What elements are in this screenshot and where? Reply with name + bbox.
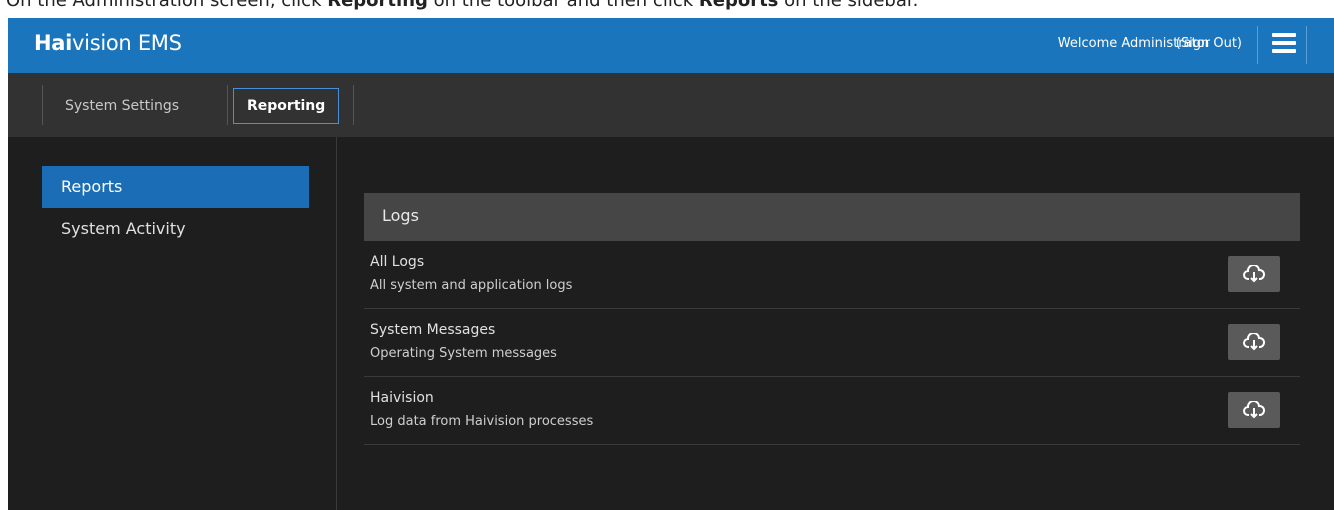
app-logo: Haivision EMS: [34, 31, 182, 55]
header-divider: [1257, 26, 1258, 64]
cloud-download-icon: [1243, 333, 1265, 351]
logs-panel-title: Logs: [364, 193, 1300, 241]
app-window: Haivision EMS Welcome Administrator (Sig…: [8, 18, 1334, 510]
app-header: Haivision EMS Welcome Administrator (Sig…: [8, 18, 1334, 73]
tab-reporting[interactable]: Reporting: [233, 88, 340, 124]
sidebar-item-system-activity[interactable]: System Activity: [42, 208, 309, 250]
log-row-haivision: Haivision Log data from Haivision proces…: [364, 377, 1300, 445]
log-row-title: All Logs: [370, 254, 425, 270]
download-all-logs-button[interactable]: [1228, 256, 1280, 292]
log-row-description: Log data from Haivision processes: [370, 414, 594, 429]
log-row-title: System Messages: [370, 322, 496, 338]
cloud-download-icon: [1243, 401, 1265, 419]
logs-panel: Logs All Logs All system and application…: [364, 193, 1300, 445]
toolbar-divider: [353, 85, 354, 125]
caption-bold-reporting: Reporting: [327, 0, 428, 10]
sign-out-link[interactable]: (Sign Out): [1176, 36, 1242, 51]
tab-system-settings[interactable]: System Settings: [50, 88, 194, 124]
log-row-description: Operating System messages: [370, 346, 557, 361]
log-row-system-messages: System Messages Operating System message…: [364, 309, 1300, 377]
sidebar-item-reports[interactable]: Reports: [42, 166, 309, 208]
caption-middle: on the toolbar and then click: [428, 0, 699, 10]
download-system-messages-button[interactable]: [1228, 324, 1280, 360]
instruction-caption: On the Administration screen, click Repo…: [0, 0, 1334, 10]
toolbar-divider: [227, 85, 228, 125]
toolbar-divider: [42, 85, 43, 125]
toolbar: System Settings Reporting: [8, 73, 1334, 137]
logo-strong: Hai: [34, 31, 73, 55]
caption-prefix: On the Administration screen, click: [6, 0, 327, 10]
download-haivision-button[interactable]: [1228, 392, 1280, 428]
log-row-description: All system and application logs: [370, 278, 573, 293]
caption-bold-reports: Reports: [699, 0, 779, 10]
caption-suffix: on the sidebar.: [778, 0, 918, 10]
log-row-all-logs: All Logs All system and application logs: [364, 241, 1300, 309]
hamburger-menu-icon[interactable]: [1272, 32, 1296, 54]
cloud-download-icon: [1243, 265, 1265, 283]
logo-rest: vision EMS: [72, 31, 182, 55]
log-row-title: Haivision: [370, 390, 434, 406]
sidebar: Reports System Activity: [8, 137, 337, 510]
header-divider: [1306, 26, 1307, 64]
